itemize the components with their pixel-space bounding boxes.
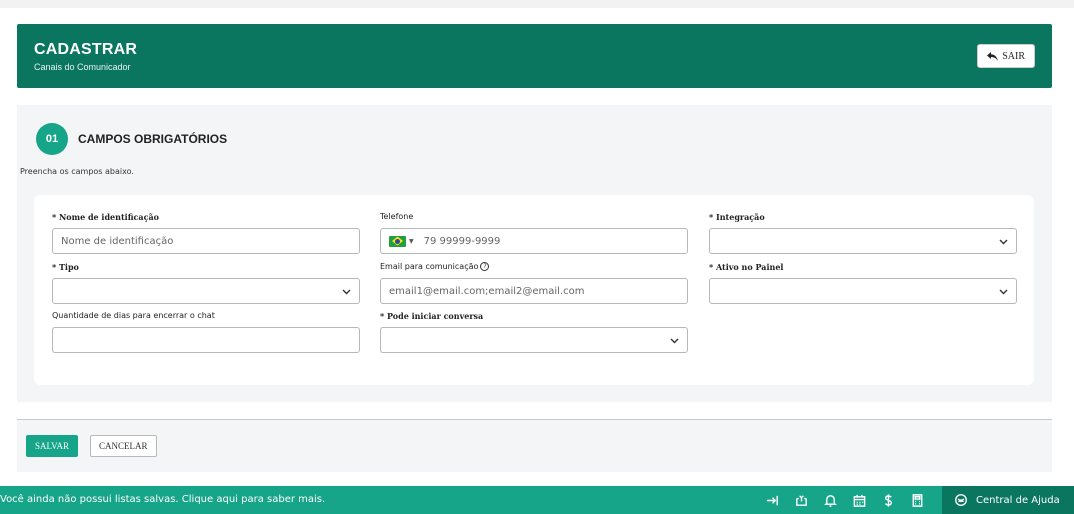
nome-label: * Nome de identificação bbox=[52, 212, 159, 222]
field-ativo: * Ativo no Painel bbox=[709, 262, 1017, 304]
save-button[interactable]: SALVAR bbox=[26, 435, 79, 457]
email-placeholder: email1@email.com;email2@email.com bbox=[389, 285, 585, 297]
cancel-button[interactable]: CANCELAR bbox=[90, 435, 157, 457]
email-label: Email para comunicação? bbox=[380, 262, 688, 275]
integracao-select[interactable] bbox=[709, 228, 1017, 254]
field-pode-iniciar: * Pode iniciar conversa bbox=[380, 311, 688, 353]
bottom-status-bar: Você ainda não possui listas salvas. Cli… bbox=[0, 486, 1074, 514]
field-telefone: Telefone ▼ 79 99999-9999 bbox=[380, 212, 688, 254]
dollar-icon[interactable] bbox=[880, 492, 896, 508]
reply-arrow-icon bbox=[987, 51, 999, 61]
form-card: * Nome de identificação Nome de identifi… bbox=[34, 195, 1034, 385]
section-title: CAMPOS OBRIGATÓRIOS bbox=[78, 132, 228, 146]
top-edge bbox=[0, 0, 1074, 8]
calendar-icon[interactable] bbox=[851, 492, 867, 508]
pode-iniciar-label: * Pode iniciar conversa bbox=[380, 311, 484, 321]
page-subtitle: Canais do Comunicador bbox=[34, 62, 131, 72]
help-chat-icon bbox=[955, 494, 967, 506]
calculator-icon[interactable] bbox=[909, 492, 925, 508]
chevron-down-icon bbox=[342, 289, 351, 295]
help-center-label: Central de Ajuda bbox=[976, 494, 1060, 506]
pode-iniciar-select[interactable] bbox=[380, 327, 688, 353]
tipo-label: * Tipo bbox=[52, 262, 79, 272]
ativo-label: * Ativo no Painel bbox=[709, 262, 784, 272]
dias-input[interactable] bbox=[52, 327, 360, 353]
saved-lists-message-link[interactable]: Você ainda não possui listas salvas. Cli… bbox=[0, 494, 325, 505]
email-label-text: Email para comunicação bbox=[380, 262, 479, 271]
nome-placeholder: Nome de identificação bbox=[61, 235, 174, 247]
field-dias: Quantidade de dias para encerrar o chat bbox=[52, 311, 360, 353]
country-caret-icon[interactable]: ▼ bbox=[409, 238, 414, 245]
required-fields-section: 01 CAMPOS OBRIGATÓRIOS Preencha os campo… bbox=[17, 105, 1052, 402]
chevron-down-icon bbox=[999, 239, 1008, 245]
tipo-select[interactable] bbox=[52, 278, 360, 304]
nome-input[interactable]: Nome de identificação bbox=[52, 228, 360, 254]
integracao-label: * Integração bbox=[709, 212, 765, 222]
question-circle-icon[interactable]: ? bbox=[480, 262, 490, 271]
field-integracao: * Integração bbox=[709, 212, 1017, 254]
email-input[interactable]: email1@email.com;email2@email.com bbox=[380, 278, 688, 304]
bell-icon[interactable] bbox=[822, 492, 838, 508]
saved-list-icon[interactable] bbox=[793, 492, 809, 508]
field-nome: * Nome de identificação Nome de identifi… bbox=[52, 212, 360, 254]
form-actions: SALVAR CANCELAR bbox=[17, 420, 1052, 472]
step-number-badge: 01 bbox=[36, 123, 68, 155]
help-center-button[interactable]: Central de Ajuda bbox=[942, 486, 1074, 514]
collapse-icon[interactable] bbox=[764, 492, 780, 508]
exit-button[interactable]: SAIR bbox=[977, 44, 1035, 68]
dias-label: Quantidade de dias para encerrar o chat bbox=[52, 311, 215, 320]
exit-button-label: SAIR bbox=[1002, 50, 1025, 62]
field-email: Email para comunicação? email1@email.com… bbox=[380, 262, 688, 304]
section-description: Preencha os campos abaixo. bbox=[20, 167, 134, 176]
telefone-placeholder: 79 99999-9999 bbox=[423, 235, 501, 247]
page-title: CADASTRAR bbox=[34, 41, 138, 58]
field-tipo: * Tipo bbox=[52, 262, 360, 304]
chevron-down-icon bbox=[999, 289, 1008, 295]
telefone-label: Telefone bbox=[380, 212, 414, 221]
brazil-flag-icon[interactable] bbox=[389, 235, 406, 247]
page-header: CADASTRAR Canais do Comunicador SAIR bbox=[17, 24, 1052, 88]
telefone-input[interactable]: ▼ 79 99999-9999 bbox=[380, 228, 688, 254]
chevron-down-icon bbox=[670, 338, 679, 344]
bottom-toolbar bbox=[764, 492, 925, 508]
ativo-select[interactable] bbox=[709, 278, 1017, 304]
